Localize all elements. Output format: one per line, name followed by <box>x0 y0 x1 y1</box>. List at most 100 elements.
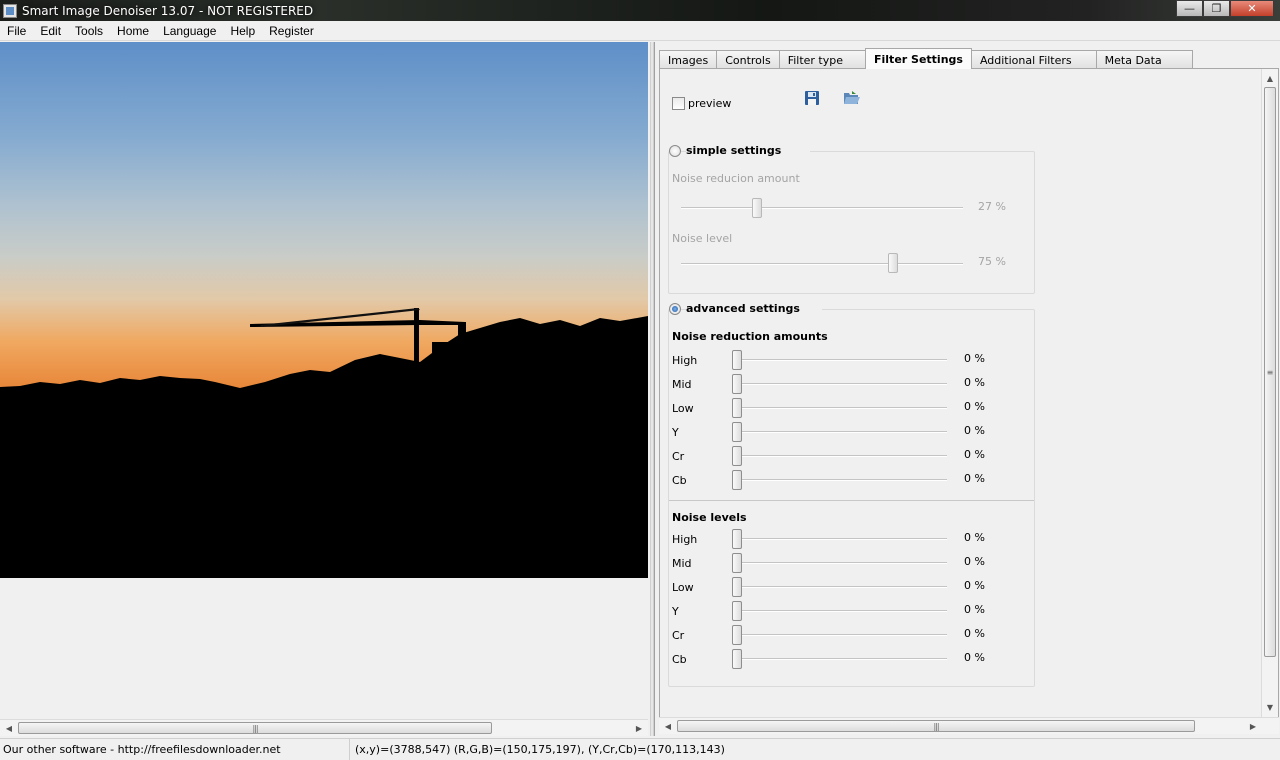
preview-checkbox[interactable] <box>672 97 685 110</box>
filter-settings-page: preview Noise reducion amount 27 % Noise… <box>659 68 1279 718</box>
scroll-up-arrow-icon[interactable]: ▲ <box>1262 70 1278 86</box>
advanced-settings-group: Noise reduction amounts High 0 % Mid 0 % Low… <box>668 309 1035 687</box>
noise-level-value: 75 % <box>978 255 1006 268</box>
menu-bar: File Edit Tools Home Language Help Regis… <box>0 21 1280 41</box>
vertical-scroll-thumb[interactable]: ≡ <box>1264 87 1276 657</box>
window-title: Smart Image Denoiser 13.07 - NOT REGISTE… <box>22 3 314 18</box>
menu-language[interactable]: Language <box>156 24 223 38</box>
advanced-settings-radio[interactable] <box>669 303 681 315</box>
preview-label: preview <box>688 97 732 110</box>
image-pane: ◀ ||| ▶ <box>0 42 650 736</box>
maximize-button[interactable]: ❐ <box>1203 0 1230 17</box>
reduction-high-label: High <box>672 354 698 367</box>
noise-level-track <box>681 263 963 265</box>
settings-horizontal-scrollbar[interactable]: ◀ ||| ▶ <box>659 717 1279 734</box>
scroll-right-arrow-icon[interactable]: ▶ <box>631 720 647 736</box>
reduction-cb-value: 0 % <box>964 472 985 485</box>
reduction-low-label: Low <box>672 402 694 415</box>
simple-settings-group: Noise reducion amount 27 % Noise level 7… <box>668 151 1035 294</box>
level-cb-slider[interactable] <box>732 649 742 669</box>
minimize-button[interactable]: — <box>1176 0 1203 17</box>
noise-reduction-amount-value: 27 % <box>978 200 1006 213</box>
simple-settings-label: simple settings <box>686 144 810 157</box>
level-mid-slider[interactable] <box>732 553 742 573</box>
settings-vertical-scrollbar[interactable]: ▲ ≡ ▼ <box>1261 69 1278 717</box>
menu-register[interactable]: Register <box>262 24 321 38</box>
scroll-down-arrow-icon[interactable]: ▼ <box>1262 699 1278 715</box>
noise-reduction-amount-track <box>681 207 963 209</box>
level-cr-track <box>737 634 947 636</box>
reduction-y-track <box>737 431 947 433</box>
tab-images[interactable]: Images <box>659 50 718 69</box>
level-cb-value: 0 % <box>964 651 985 664</box>
simple-settings-radio[interactable] <box>669 145 681 157</box>
menu-home[interactable]: Home <box>110 24 156 38</box>
settings-panel: Images Controls Filter type Filter Setti… <box>654 42 1280 736</box>
reduction-high-value: 0 % <box>964 352 985 365</box>
tab-controls[interactable]: Controls <box>716 50 780 69</box>
reduction-y-slider[interactable] <box>732 422 742 442</box>
window-controls: — ❐ ✕ <box>1176 0 1274 17</box>
noise-levels-title: Noise levels <box>672 511 747 524</box>
sunset-silhouette-graphic <box>0 308 648 578</box>
level-y-slider[interactable] <box>732 601 742 621</box>
level-y-track <box>737 610 947 612</box>
reduction-cr-slider[interactable] <box>732 446 742 466</box>
level-high-track <box>737 538 947 540</box>
tab-additional-filters[interactable]: Additional Filters <box>970 50 1097 69</box>
menu-file[interactable]: File <box>0 24 33 38</box>
level-mid-track <box>737 562 947 564</box>
reduction-cb-label: Cb <box>672 474 687 487</box>
level-cb-label: Cb <box>672 653 687 666</box>
menu-tools[interactable]: Tools <box>68 24 110 38</box>
status-pixel-info: (x,y)=(3788,547) (R,G,B)=(150,175,197), … <box>355 743 725 756</box>
reduction-mid-track <box>737 383 947 385</box>
level-high-label: High <box>672 533 698 546</box>
reduction-y-value: 0 % <box>964 424 985 437</box>
level-cb-track <box>737 658 947 660</box>
open-folder-icon[interactable] <box>843 89 861 107</box>
reduction-mid-label: Mid <box>672 378 692 391</box>
close-button[interactable]: ✕ <box>1230 0 1274 17</box>
reduction-high-track <box>737 359 947 361</box>
menu-edit[interactable]: Edit <box>33 24 68 38</box>
level-mid-value: 0 % <box>964 555 985 568</box>
noise-level-label: Noise level <box>672 232 733 245</box>
noise-reduction-amount-slider[interactable] <box>752 198 763 218</box>
reduction-mid-slider[interactable] <box>732 374 742 394</box>
tab-filter-settings[interactable]: Filter Settings <box>865 48 972 69</box>
level-y-value: 0 % <box>964 603 985 616</box>
reduction-mid-value: 0 % <box>964 376 985 389</box>
section-divider <box>669 500 1034 501</box>
reduction-cb-slider[interactable] <box>732 470 742 490</box>
tab-bar: Images Controls Filter type Filter Setti… <box>659 48 1193 69</box>
image-horizontal-scrollbar[interactable]: ◀ ||| ▶ <box>0 719 648 736</box>
level-low-value: 0 % <box>964 579 985 592</box>
noise-level-slider[interactable] <box>887 253 898 273</box>
menu-help[interactable]: Help <box>223 24 262 38</box>
save-icon[interactable] <box>803 89 821 107</box>
scroll-thumb[interactable]: ||| <box>18 722 492 734</box>
scroll-left-arrow-icon[interactable]: ◀ <box>1 720 17 736</box>
level-cr-slider[interactable] <box>732 625 742 645</box>
image-preview[interactable] <box>0 42 648 578</box>
noise-reduction-amount-label: Noise reducion amount <box>672 172 800 185</box>
level-mid-label: Mid <box>672 557 692 570</box>
advanced-settings-label: advanced settings <box>686 302 822 315</box>
level-low-slider[interactable] <box>732 577 742 597</box>
reduction-low-value: 0 % <box>964 400 985 413</box>
reduction-y-label: Y <box>672 426 679 439</box>
reduction-cr-value: 0 % <box>964 448 985 461</box>
reduction-low-slider[interactable] <box>732 398 742 418</box>
reduction-cb-track <box>737 479 947 481</box>
reduction-high-slider[interactable] <box>732 350 742 370</box>
horizontal-scroll-thumb[interactable]: ||| <box>677 720 1195 732</box>
level-cr-label: Cr <box>672 629 685 642</box>
tab-filter-type[interactable]: Filter type <box>778 50 866 69</box>
status-link-text[interactable]: Our other software - http://freefilesdow… <box>0 739 350 760</box>
level-y-label: Y <box>672 605 679 618</box>
tab-meta-data[interactable]: Meta Data <box>1095 50 1193 69</box>
scroll-left-arrow-icon[interactable]: ◀ <box>660 718 676 734</box>
level-high-slider[interactable] <box>732 529 742 549</box>
scroll-right-arrow-icon[interactable]: ▶ <box>1245 718 1261 734</box>
